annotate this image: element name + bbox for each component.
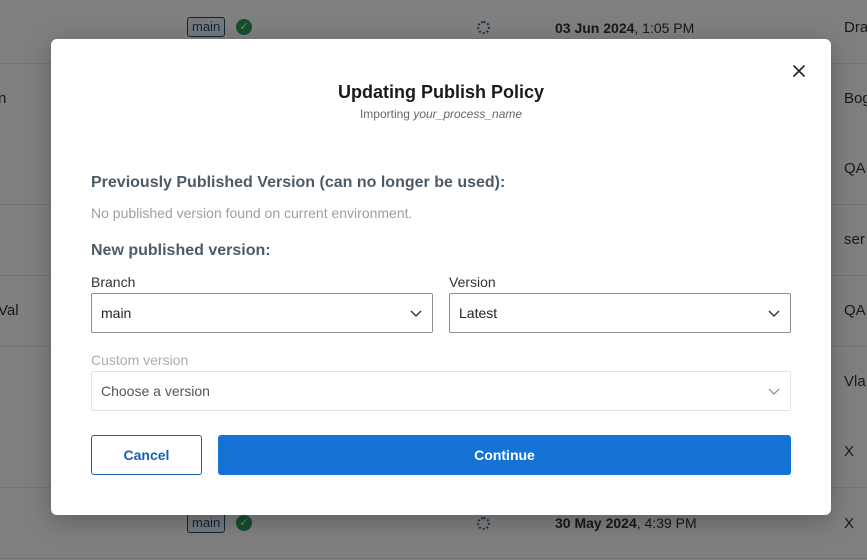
close-button[interactable] (789, 61, 809, 81)
branch-select-value: main (101, 305, 132, 321)
close-icon (793, 65, 805, 77)
modal-title: Updating Publish Policy (337, 82, 544, 102)
branch-label: Branch (91, 274, 136, 290)
subtitle-prefix: Importing (359, 107, 414, 121)
chevron-down-icon (768, 388, 780, 395)
version-label: Version (449, 274, 496, 290)
version-select-value: Latest (459, 305, 498, 321)
custom-version-select[interactable]: Choose a version (91, 371, 791, 411)
new-version-heading: New published version: (91, 242, 271, 259)
modal-subtitle: Importing your_process_name (51, 107, 831, 121)
version-select[interactable]: Latest (449, 293, 791, 333)
branch-select[interactable]: main (91, 293, 433, 333)
previous-version-note: No published version found on current en… (91, 205, 413, 221)
publish-policy-modal: Updating Publish Policy Importing your_p… (51, 39, 831, 515)
process-name: your_process_name (413, 107, 523, 121)
custom-version-label: Custom version (91, 352, 189, 368)
custom-version-placeholder: Choose a version (101, 383, 210, 399)
cancel-button[interactable]: Cancel (91, 435, 202, 475)
previous-version-heading: Previously Published Version (can no lon… (91, 174, 506, 191)
chevron-down-icon (410, 310, 422, 317)
continue-button[interactable]: Continue (218, 435, 791, 475)
chevron-down-icon (768, 310, 780, 317)
